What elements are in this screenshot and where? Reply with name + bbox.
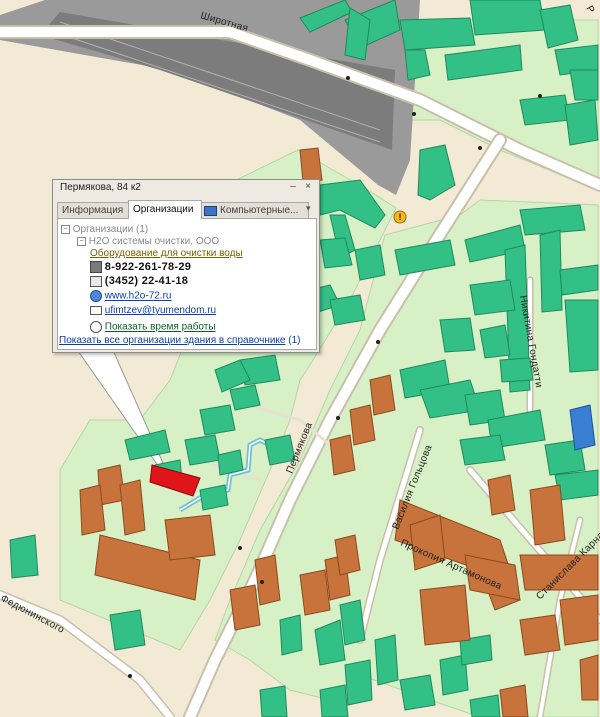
show-hours-link[interactable]: Показать время работы [105, 322, 216, 333]
mobile-phone-icon [90, 261, 102, 274]
city-map[interactable]: ! Широтная Р Пермякова Василия Гольцова … [0, 0, 600, 717]
tree-node-organizations[interactable]: − Организации (1) [61, 224, 148, 236]
phone-row-2: (3452) 22-41-18 [90, 275, 188, 288]
tab-computers-label: Компьютерные... [220, 205, 299, 216]
phone-2: (3452) 22-41-18 [104, 275, 189, 287]
collapse-icon[interactable]: − [61, 224, 70, 234]
email-row: ufimtzev@tyumendom.ru [90, 305, 216, 317]
tree-node-company[interactable]: − H2O системы очистки, ООО [77, 236, 219, 248]
website-link[interactable]: www.h2o-72.ru [105, 291, 172, 302]
tab-organizations[interactable]: Организации [128, 200, 202, 219]
all-organizations-link[interactable]: Показать все организации здания в справо… [59, 335, 285, 346]
minimize-button[interactable]: – [287, 181, 299, 193]
globe-icon [90, 290, 102, 302]
phone-row-1: 8-922-261-78-29 [90, 261, 191, 274]
popup-titlebar[interactable]: Пермякова, 84 к2 – × [53, 180, 319, 196]
water-building [569, 404, 596, 451]
tab-computers[interactable]: Компьютерные... [199, 202, 309, 218]
clock-icon [90, 321, 102, 333]
popup-tabs: Информация Организации Компьютерные... ▾ [57, 200, 315, 219]
hours-row: Показать время работы [90, 321, 216, 334]
category-link[interactable]: Оборудование для очистки воды [90, 248, 243, 260]
organizations-panel: − Организации (1) − H2O системы очистки,… [57, 218, 317, 350]
monitor-icon [204, 206, 217, 216]
map-canvas: ! Широтная Р Пермякова Василия Гольцова … [0, 0, 600, 717]
collapse-icon[interactable]: − [77, 236, 86, 246]
organizations-label: Организации (1) [72, 224, 149, 235]
tab-info[interactable]: Информация [57, 202, 130, 218]
popup-title: Пермякова, 84 к2 [60, 182, 141, 193]
website-row: www.h2o-72.ru [90, 290, 171, 303]
svg-text:!: ! [398, 213, 402, 223]
fax-icon [90, 275, 102, 287]
all-organizations-count: (1) [288, 335, 301, 346]
building-info-popup: Пермякова, 84 к2 – × Информация Организа… [52, 179, 320, 353]
envelope-icon [90, 305, 102, 315]
close-button[interactable]: × [302, 181, 314, 193]
footer-row: Показать все организации здания в справо… [59, 335, 301, 347]
phone-1: 8-922-261-78-29 [104, 261, 192, 273]
company-name: H2O системы очистки, ООО [88, 236, 220, 247]
email-link[interactable]: ufimtzev@tyumendom.ru [105, 305, 216, 316]
tab-scroll-button[interactable]: ▾ [306, 203, 311, 214]
